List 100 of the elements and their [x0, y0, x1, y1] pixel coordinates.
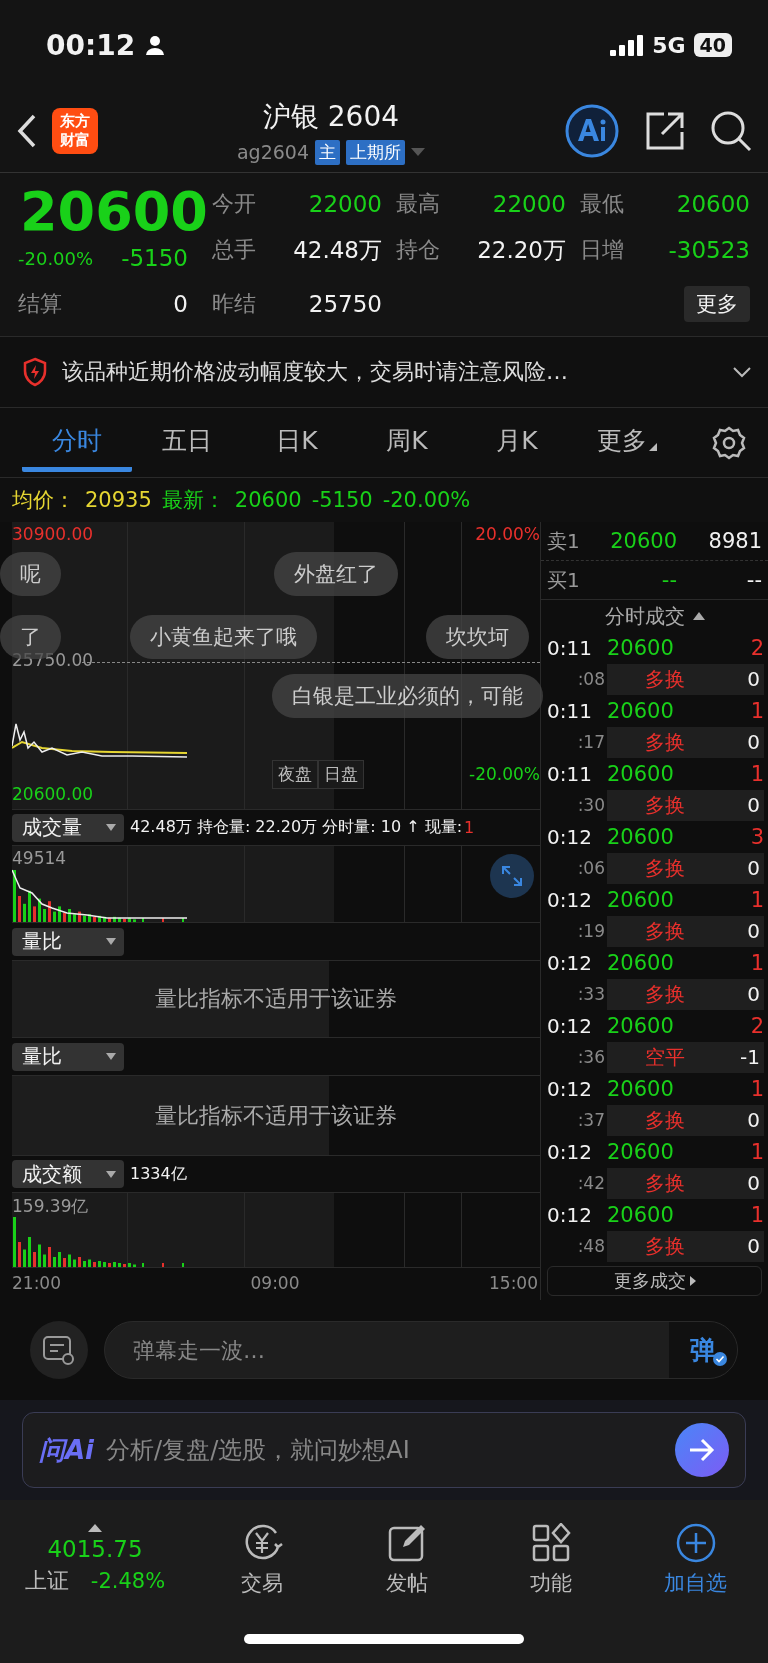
trade-price: 20600: [607, 823, 674, 851]
trade-volume: 2: [750, 1012, 764, 1040]
nav-tab[interactable]: 功能: [479, 1522, 624, 1598]
more-trades-button[interactable]: 更多成交: [547, 1266, 762, 1296]
send-danmaku-button[interactable]: 弹: [669, 1322, 737, 1378]
axis-label: 20.00%: [475, 524, 540, 544]
nav-tab[interactable]: 发帖: [334, 1522, 479, 1598]
stat-value: -30523: [668, 237, 750, 263]
danmaku-bubble: 白银是工业必须的，可能: [272, 674, 543, 718]
sort-up-icon[interactable]: [692, 612, 705, 620]
trade-time: 0:12: [547, 1012, 593, 1040]
indicator-selector[interactable]: 量比: [12, 927, 124, 956]
share-icon[interactable]: [644, 110, 686, 152]
trade-time: 0:11: [547, 697, 593, 725]
session-tag[interactable]: 夜盘: [272, 760, 318, 789]
position-change: -1: [740, 1045, 760, 1070]
caret-right-icon[interactable]: [689, 1276, 696, 1286]
trade-type: 多换: [645, 917, 685, 945]
dropdown-caret-icon[interactable]: [106, 1053, 116, 1060]
danmaku-field[interactable]: 弹幕走一波… 弹: [104, 1321, 738, 1379]
trade-price: 20600: [607, 1075, 674, 1103]
dropdown-caret-icon[interactable]: [106, 1170, 116, 1178]
index-value[interactable]: 4015.75: [47, 1536, 143, 1562]
chart-tab[interactable]: 分时: [22, 413, 132, 472]
status-time: 00:12: [46, 28, 136, 62]
position-change: 0: [747, 793, 760, 818]
arrow-right-icon[interactable]: [688, 1438, 716, 1462]
stat-value: 22.20万: [477, 235, 566, 265]
battery-level: 40: [693, 33, 732, 57]
current-volume: 1: [464, 818, 475, 837]
chart-tab[interactable]: 五日: [132, 413, 242, 472]
trade-type: 多换: [645, 665, 685, 693]
ai-question-field[interactable]: 问Ai 分析/复盘/选股，就问妙想AI: [22, 1412, 746, 1488]
expand-icon[interactable]: [732, 366, 752, 378]
submit-button[interactable]: [675, 1423, 729, 1477]
expand-arrows-icon[interactable]: [501, 865, 523, 887]
settings-icon[interactable]: [712, 425, 746, 460]
trade-volume: 1: [750, 1138, 764, 1166]
fullscreen-button[interactable]: [490, 854, 534, 898]
settings-icon[interactable]: [42, 1335, 76, 1365]
danmaku-input[interactable]: 弹幕走一波…: [105, 1336, 669, 1364]
time-axis-label: 15:00: [489, 1273, 538, 1293]
trade-seconds: :48: [576, 1235, 606, 1259]
ai-question-input[interactable]: 分析/复盘/选股，就问妙想AI: [106, 1435, 663, 1465]
caret-up-icon[interactable]: [88, 1524, 102, 1532]
index-change[interactable]: -2.48%: [90, 1569, 166, 1593]
trade-seconds: :17: [576, 731, 606, 755]
axis-label: 20600.00: [12, 784, 94, 804]
ai-button[interactable]: [564, 103, 620, 159]
trade-seconds: :06: [576, 857, 606, 881]
position-change: 0: [747, 856, 760, 881]
index-name[interactable]: 上证: [24, 1566, 69, 1596]
instrument-title: 沪银 2604: [262, 98, 400, 135]
caret-icon[interactable]: [411, 148, 426, 156]
add-circle-icon[interactable]: [675, 1523, 716, 1563]
stat-label: 昨结: [212, 289, 256, 318]
back-button[interactable]: [16, 113, 38, 149]
info-value: -5150: [311, 488, 373, 512]
trade-price: 20600: [607, 697, 674, 725]
position-change: 0: [747, 730, 760, 755]
trade-type: 多换: [645, 728, 685, 756]
indicator-selector[interactable]: 量比: [12, 1042, 124, 1071]
stat-label: 总手: [212, 236, 256, 264]
nav-tab[interactable]: 加自选: [623, 1522, 768, 1598]
trade-volume: 1: [750, 697, 764, 725]
more-button[interactable]: 更多: [684, 285, 750, 322]
dropdown-caret-icon[interactable]: [106, 824, 116, 831]
dropdown-caret-icon[interactable]: [106, 938, 116, 945]
danmaku-bubble: 呢: [0, 552, 61, 596]
trade-seconds: :19: [576, 920, 606, 944]
indicator-selector[interactable]: 成交量: [12, 813, 124, 842]
change-percent: -20.00%: [18, 247, 94, 269]
edit-icon[interactable]: [386, 1523, 427, 1563]
app-logo: 东方 财富: [52, 108, 98, 154]
position-change: 0: [747, 1108, 760, 1133]
trade-time: 0:12: [547, 949, 593, 977]
grid-icon[interactable]: [531, 1523, 572, 1563]
search-icon[interactable]: [710, 110, 752, 152]
nav-tab[interactable]: 交易: [190, 1522, 335, 1598]
trade-time: 0:12: [547, 823, 593, 851]
chart-tab[interactable]: 更多: [572, 413, 682, 472]
chart-tab[interactable]: 月K: [462, 413, 572, 472]
chart-tab[interactable]: 周K: [352, 413, 462, 472]
session-tag[interactable]: 日盘: [318, 760, 364, 789]
trade-time: 0:11: [547, 760, 593, 788]
book-price: 20600: [609, 529, 677, 553]
stat-label: 持仓: [396, 236, 440, 264]
trade-price: 20600: [607, 760, 674, 788]
stat-label: 今开: [212, 190, 256, 218]
trade-price: 20600: [607, 1201, 674, 1229]
chart-tab[interactable]: 日K: [242, 413, 352, 472]
trade-time: 0:11: [547, 634, 593, 662]
stat-label: 日增: [580, 236, 624, 264]
corner-triangle-icon[interactable]: [649, 442, 657, 451]
trade-price: 20600: [607, 1138, 674, 1166]
book-label: 买1: [547, 566, 581, 594]
trades-title: 分时成交: [604, 602, 685, 630]
indicator-selector[interactable]: 成交额: [12, 1160, 124, 1188]
trade-time: 0:12: [547, 1138, 593, 1166]
trade-seconds: :33: [576, 983, 606, 1007]
